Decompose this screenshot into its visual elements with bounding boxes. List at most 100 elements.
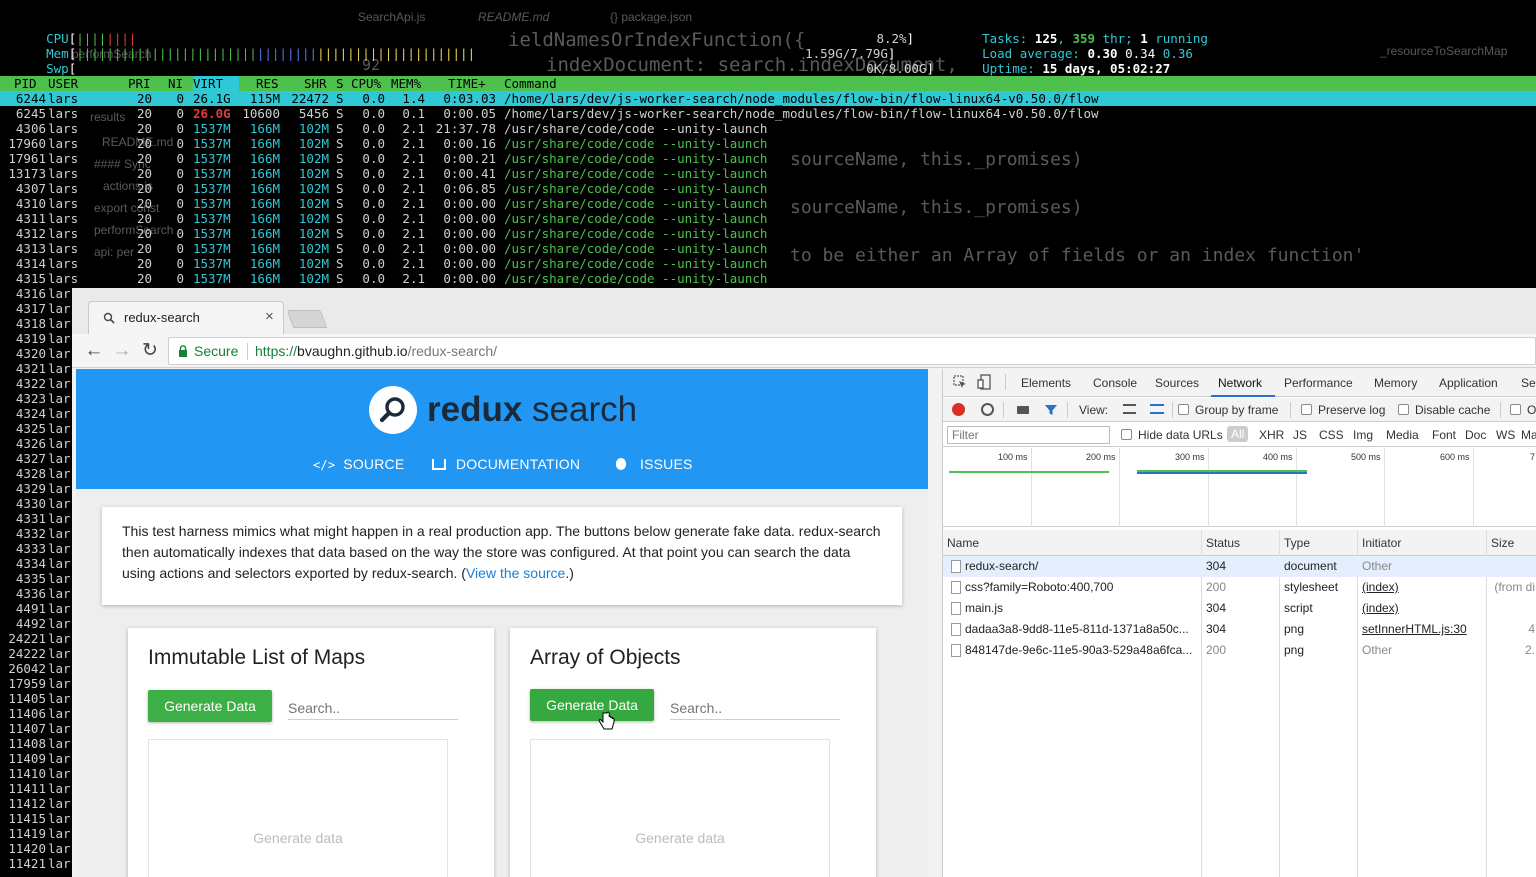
filter-icon[interactable] — [1044, 403, 1058, 417]
filter-input[interactable] — [947, 426, 1110, 444]
search-input[interactable] — [288, 696, 458, 720]
type-filter-media[interactable]: Media — [1386, 428, 1419, 442]
process-res: 166M — [249, 196, 280, 211]
forward-arrow-icon[interactable]: → — [110, 339, 134, 363]
disable-cache-checkbox[interactable] — [1398, 404, 1409, 415]
process-row[interactable]: 6244 lars 20 0 26.1G 115M 22472 S 0.0 1.4 0:03.03 /… — [0, 91, 1536, 106]
process-ni: 0 — [176, 241, 184, 256]
process-row[interactable]: 17960 lars 20 0 1537M 166M 102M S 0.0 2.1 0:00.16 /… — [0, 136, 1536, 151]
request-status: 304 — [1206, 622, 1227, 636]
type-filter-manifest[interactable]: Man — [1521, 428, 1536, 442]
process-row[interactable]: 4314 lars 20 0 1537M 166M 102M S 0.0 2.1 0:00.00/u… — [0, 256, 1536, 271]
request-type: stylesheet — [1284, 580, 1339, 594]
tab-network[interactable]: Network — [1218, 376, 1262, 390]
request-initiator[interactable]: (index) — [1362, 598, 1482, 619]
url-text: https://bvaughn.github.io/redux-search/ — [255, 343, 498, 359]
process-row[interactable]: 4310 lars 20 0 1537M 166M 102M S 0.0 2.1 0:00.00/u… — [0, 196, 1536, 211]
type-filter-doc[interactable]: Doc — [1465, 428, 1486, 442]
process-row[interactable]: 13173 lars 20 0 1537M 166M 102M S 0.0 2.1 0:00.41 /… — [0, 166, 1536, 181]
col-initiator[interactable]: Initiator — [1362, 536, 1401, 550]
process-row[interactable]: 4307 lars 20 0 1537M 166M 102M S 0.0 2.1 0:06.85/u… — [0, 181, 1536, 196]
process-cmd: /home/lars/dev/js-worker-search/node_mod… — [504, 106, 1099, 121]
type-filter-xhr[interactable]: XHR — [1259, 428, 1284, 442]
col-name[interactable]: Name — [947, 536, 979, 550]
process-row[interactable]: 4313 lars 20 0 1537M 166M 102M S 0.0 2.1 0:00.00/u… — [0, 241, 1536, 256]
request-initiator[interactable]: setInnerHTML.js:30 — [1362, 619, 1482, 640]
search-input[interactable] — [670, 696, 840, 720]
empty-message: Generate data — [253, 830, 343, 846]
process-pid: 4330 — [15, 496, 46, 511]
generate-data-button[interactable]: Generate Data — [148, 690, 272, 722]
close-tab-icon[interactable]: × — [265, 308, 274, 325]
process-row[interactable]: 4315 lars 20 0 1537M 166M 102M S 0.0 2.1 0:00.00/u… — [0, 271, 1536, 286]
process-cpu: 0.0 — [362, 241, 385, 256]
offline-label: O — [1527, 403, 1536, 417]
request-initiator[interactable]: Other — [1362, 556, 1482, 577]
request-initiator[interactable]: Other — [1362, 640, 1482, 661]
process-s: S — [336, 271, 344, 286]
process-cpu: 0.0 — [362, 256, 385, 271]
type-filter-all[interactable]: All — [1227, 426, 1249, 442]
capture-screenshots-icon[interactable] — [1017, 406, 1029, 414]
col-size[interactable]: Size — [1491, 536, 1514, 550]
nav-documentation[interactable]: DOCUMENTATION — [432, 455, 580, 473]
process-row[interactable]: 4306 lars 20 0 1537M 166M 102M S 0.0 2.1 21:37.78 /… — [0, 121, 1536, 136]
active-tab-indicator — [1211, 395, 1275, 397]
offline-checkbox[interactable] — [1510, 404, 1521, 415]
type-filter-font[interactable]: Font — [1432, 428, 1456, 442]
process-row[interactable]: 6245 lars 20 0 26.0G 10600 5456 S 0.0 0.1 0:00.05 /… — [0, 106, 1536, 121]
tick-label: 400 ms — [1263, 452, 1293, 462]
tab-redux-search[interactable]: redux-search × — [88, 301, 284, 334]
inspect-element-icon[interactable] — [953, 375, 967, 389]
process-pri: 20 — [136, 106, 152, 121]
type-filter-img[interactable]: Img — [1353, 428, 1373, 442]
clear-icon[interactable] — [981, 403, 994, 416]
list-view-icon[interactable] — [1123, 404, 1136, 414]
tab-memory[interactable]: Memory — [1374, 376, 1417, 390]
process-table-header[interactable]: PID USER PRI NI VIRT RES SHR S CPU% MEM%… — [0, 76, 1536, 91]
view-source-link[interactable]: View the source — [466, 565, 565, 581]
request-initiator[interactable]: (index) — [1362, 577, 1482, 598]
process-pid: 4336 — [15, 586, 46, 601]
back-arrow-icon[interactable]: ← — [82, 339, 106, 363]
type-filter-js[interactable]: JS — [1293, 428, 1307, 442]
col-status[interactable]: Status — [1206, 536, 1240, 550]
process-row[interactable]: 17961 lars 20 0 1537M 166M 102M S 0.0 2.1 0:00.21 /… — [0, 151, 1536, 166]
request-row[interactable]: css?family=Roboto:400,700 200 stylesheet (i… — [943, 577, 1536, 598]
tab-elements[interactable]: Elements — [1021, 376, 1071, 390]
new-tab-button[interactable] — [286, 310, 328, 328]
col-type[interactable]: Type — [1284, 536, 1310, 550]
tab-sources[interactable]: Sources — [1155, 376, 1199, 390]
tab-performance[interactable]: Performance — [1284, 376, 1353, 390]
process-row[interactable]: 4312 lars 20 0 1537M 166M 102M S 0.0 2.1 0:00.00/u… — [0, 226, 1536, 241]
process-row[interactable]: 4311 lars 20 0 1537M 166M 102M S 0.0 2.1 0:00.00/u… — [0, 211, 1536, 226]
generate-data-button[interactable]: Generate Data — [530, 689, 654, 721]
tick-line — [1031, 448, 1032, 527]
tab-application[interactable]: Application — [1439, 376, 1498, 390]
process-res: 166M — [249, 211, 280, 226]
request-row[interactable]: redux-search/304 document Other — [943, 556, 1536, 577]
reload-icon[interactable]: ↻ — [138, 339, 162, 363]
nav-source[interactable]: </> SOURCE — [313, 455, 404, 474]
search-icon — [103, 312, 115, 324]
request-row[interactable]: main.js 304 script (index) — [943, 598, 1536, 619]
nav-issues[interactable]: ISSUES — [616, 455, 693, 473]
process-user: lar — [48, 421, 71, 436]
address-bar[interactable]: Secure https://bvaughn.github.io/redux-s… — [168, 337, 1536, 365]
preserve-log-checkbox[interactable] — [1301, 404, 1312, 415]
group-by-frame-checkbox[interactable] — [1178, 404, 1189, 415]
tab-console[interactable]: Console — [1093, 376, 1137, 390]
waterfall-view-icon[interactable] — [1150, 404, 1164, 414]
request-row[interactable]: 848147de-9e6c-11e5-90a3-529a48a6fca... 20… — [943, 640, 1536, 661]
type-filter-ws[interactable]: WS — [1496, 428, 1515, 442]
process-time: 0:00.00 — [443, 256, 496, 271]
requests-table-header[interactable]: Name Status Type Initiator Size — [943, 530, 1536, 556]
group-by-frame-label: Group by frame — [1195, 403, 1279, 417]
request-row[interactable]: dadaa3a8-9dd8-11e5-811d-1371a8a50c... 304… — [943, 619, 1536, 640]
hide-data-urls-checkbox[interactable] — [1121, 429, 1132, 440]
tab-security[interactable]: Se — [1521, 376, 1536, 390]
device-toolbar-icon[interactable] — [977, 374, 993, 390]
process-user: lar — [48, 511, 71, 526]
record-icon[interactable] — [952, 403, 965, 416]
type-filter-css[interactable]: CSS — [1319, 428, 1344, 442]
